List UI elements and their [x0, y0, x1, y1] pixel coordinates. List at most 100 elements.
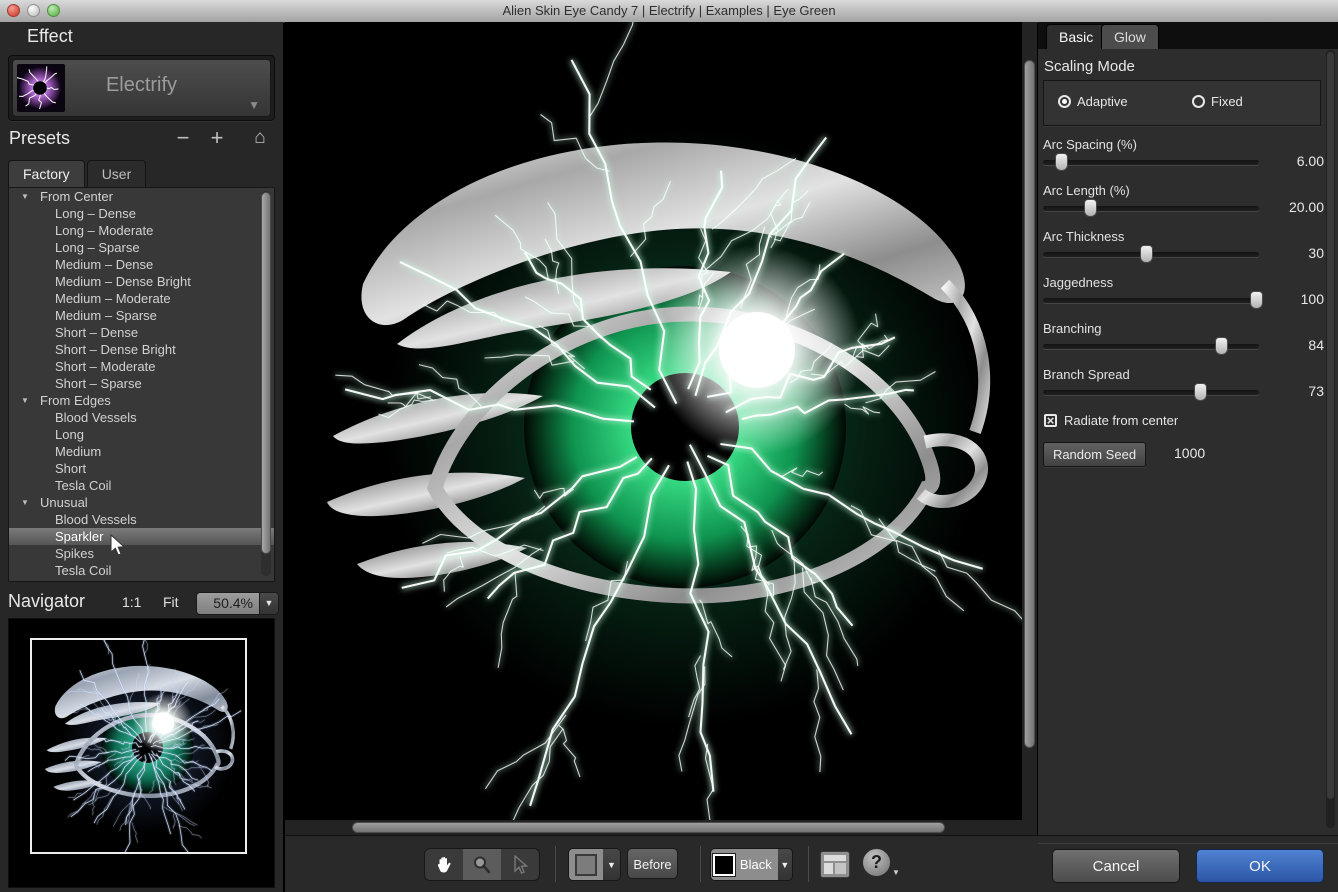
effect-section-title: Effect — [27, 26, 73, 46]
preset-item-row[interactable]: Long — [9, 426, 274, 443]
group-expanded-icon[interactable]: ▼ — [21, 392, 29, 409]
preset-item-row[interactable]: Short – Dense Bright — [9, 341, 274, 358]
view-mode-selector[interactable]: ▼ — [568, 848, 621, 881]
preset-item-label: Short – Moderate — [55, 359, 156, 374]
preset-list-scrollbar[interactable] — [261, 191, 271, 576]
background-color-selector[interactable]: Black ▼ — [710, 848, 793, 881]
slider-track[interactable] — [1043, 383, 1259, 401]
effect-selector[interactable]: Electrify ▼ — [12, 59, 271, 117]
preset-group-label: Unusual — [40, 495, 88, 510]
preset-item-row[interactable]: Short – Dense — [9, 324, 274, 341]
preset-item-row[interactable]: Blood Vessels — [9, 511, 274, 528]
ok-button[interactable]: OK — [1196, 849, 1324, 883]
before-button[interactable]: Before — [627, 848, 678, 879]
slider-thumb[interactable] — [1193, 383, 1207, 401]
slider-thumb[interactable] — [1083, 199, 1097, 217]
preset-item-row[interactable]: Spikes — [9, 545, 274, 562]
preset-item-row[interactable]: Long – Sparse — [9, 239, 274, 256]
preset-item-label: Medium – Dense Bright — [55, 274, 191, 289]
slider-track[interactable] — [1043, 245, 1259, 263]
zoom-tool-button[interactable] — [463, 849, 501, 880]
slider-thumb[interactable] — [1215, 337, 1229, 355]
view-mode-swatch-cell — [569, 849, 603, 880]
radiate-from-center-checkbox[interactable]: × Radiate from center — [1044, 413, 1178, 428]
canvas-hscrollbar[interactable] — [285, 820, 1022, 835]
preset-list: ▼ From Center Long – Dense Long – Moderate L… — [8, 187, 275, 582]
tab-basic[interactable]: Basic — [1046, 24, 1107, 49]
preset-item-row[interactable]: Short – Moderate — [9, 358, 274, 375]
group-expanded-icon[interactable]: ▼ — [21, 188, 29, 205]
tab-glow[interactable]: Glow — [1101, 24, 1159, 49]
cancel-button[interactable]: Cancel — [1052, 849, 1180, 883]
navigator-thumbnail[interactable] — [30, 638, 247, 854]
preset-item-row[interactable]: Medium — [9, 443, 274, 460]
add-preset-button[interactable]: + — [204, 126, 230, 150]
preset-item-label: Blood Vessels — [55, 410, 137, 425]
preset-item-row[interactable]: Tesla Coil — [9, 562, 274, 579]
home-icon[interactable]: ⌂ — [247, 126, 273, 150]
slider-thumb[interactable] — [1139, 245, 1153, 263]
slider-value: 6.00 — [1296, 153, 1324, 169]
background-color-dropdown-arrow[interactable]: ▼ — [777, 849, 792, 880]
preset-item-label: Long – Dense — [55, 206, 136, 221]
preset-item-row[interactable]: Medium – Dense — [9, 256, 274, 273]
preset-group-row[interactable]: ▼ From Center — [9, 188, 274, 205]
zoom-actual-size-button[interactable]: 1:1 — [122, 594, 141, 610]
group-expanded-icon[interactable]: ▼ — [21, 494, 29, 511]
preset-item-label: Medium – Sparse — [55, 308, 157, 323]
help-button[interactable]: ? — [862, 848, 891, 877]
preset-item-label: Medium – Dense — [55, 257, 154, 272]
radio-button-icon — [1058, 95, 1071, 108]
preset-item-row[interactable]: Medium – Moderate — [9, 290, 274, 307]
scaling-mode-title: Scaling Mode — [1044, 58, 1135, 75]
checkbox-icon: × — [1044, 414, 1057, 427]
settings-scrollbar[interactable] — [1326, 50, 1335, 828]
preset-item-row[interactable]: Medium – Dense Bright — [9, 273, 274, 290]
select-tool-button[interactable] — [501, 849, 539, 880]
radio-adaptive-label: Adaptive — [1077, 94, 1128, 109]
preset-item-row[interactable]: Long – Dense — [9, 205, 274, 222]
canvas-vscrollbar[interactable] — [1022, 22, 1037, 835]
slider-thumb[interactable] — [1055, 153, 1069, 171]
toolbar-separator — [555, 846, 556, 882]
canvas-vscroll-thumb[interactable] — [1024, 60, 1035, 748]
tab-user[interactable]: User — [86, 160, 147, 187]
preset-item-row[interactable]: Short — [9, 460, 274, 477]
radio-adaptive[interactable]: Adaptive — [1058, 94, 1128, 109]
zoom-fit-button[interactable]: Fit — [163, 594, 179, 610]
preset-item-row[interactable]: Tesla Coil — [9, 477, 274, 494]
tool-group — [424, 848, 540, 881]
slider-row: Branch Spread 73 — [1038, 367, 1338, 413]
preset-item-row[interactable]: Medium – Sparse — [9, 307, 274, 324]
canvas-hscroll-thumb[interactable] — [352, 822, 945, 833]
navigator-header: Navigator 1:1 Fit 50.4% ▼ — [0, 590, 283, 616]
background-color-swatch-cell — [711, 849, 738, 880]
slider-value: 20.00 — [1288, 199, 1324, 215]
zoom-level-field[interactable]: 50.4% — [196, 592, 259, 615]
preset-item-row[interactable]: Long – Moderate — [9, 222, 274, 239]
settings-scroll-thumb[interactable] — [1327, 52, 1334, 799]
panel-layout-button[interactable] — [820, 851, 850, 878]
slider-track[interactable] — [1043, 291, 1263, 309]
preset-item-row[interactable]: Blood Vessels — [9, 409, 274, 426]
slider-track[interactable] — [1043, 199, 1259, 217]
preset-item-label: Blood Vessels — [55, 512, 137, 527]
view-mode-dropdown-arrow[interactable]: ▼ — [603, 849, 620, 880]
preset-item-row[interactable]: Sparkler — [9, 528, 274, 545]
preset-item-row[interactable]: Short – Sparse — [9, 375, 274, 392]
hand-tool-button[interactable] — [425, 849, 463, 880]
tab-factory[interactable]: Factory — [8, 160, 85, 187]
slider-track[interactable] — [1043, 337, 1259, 355]
canvas-viewport[interactable] — [285, 22, 1022, 820]
remove-preset-button[interactable]: − — [170, 126, 196, 150]
help-dropdown-arrow[interactable]: ▼ — [892, 868, 900, 877]
zoom-dropdown-button[interactable]: ▼ — [259, 592, 279, 615]
preset-list-scroll-thumb[interactable] — [261, 192, 271, 554]
slider-thumb[interactable] — [1249, 291, 1263, 309]
slider-track[interactable] — [1043, 153, 1259, 171]
random-seed-button[interactable]: Random Seed — [1043, 442, 1146, 467]
preset-group-row[interactable]: ▼ Unusual — [9, 494, 274, 511]
preset-group-row[interactable]: ▼ From Edges — [9, 392, 274, 409]
radio-fixed[interactable]: Fixed — [1192, 94, 1243, 109]
presets-header: Presets − + ⌂ — [0, 126, 283, 154]
